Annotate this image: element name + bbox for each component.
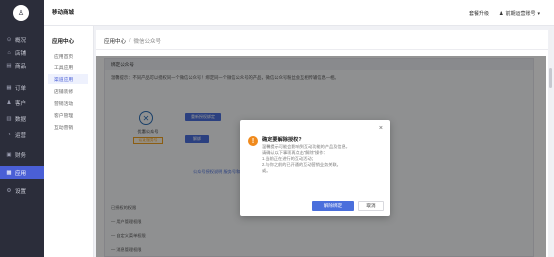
finance-icon: ▣ — [6, 151, 12, 158]
subnav-item-tools[interactable]: 工具应用 — [48, 62, 88, 72]
subnav-item-marketing[interactable]: 营销活动 — [48, 98, 88, 108]
sidebar-item-shop[interactable]: ⌂ 店铺 — [0, 46, 44, 59]
sidebar-item-label: 商品 — [15, 63, 27, 70]
top-bar: 移动商城 套餐升级 ♟ 前期运营账号 ▾ — [44, 0, 554, 26]
sidebar-item-settings[interactable]: ⚙ 设置 — [0, 184, 44, 197]
chevron-down-icon: ▾ — [537, 10, 540, 17]
warning-icon: ! — [248, 136, 258, 146]
sidebar-item-operations[interactable]: ◔ 运营 — [0, 128, 44, 141]
sidebar-item-customers[interactable]: ♟ 客户 — [0, 96, 44, 109]
close-icon[interactable]: × — [379, 125, 383, 132]
main-sidebar: ♙ ⊙ 概况 ⌂ 店铺 ▤ 商品 ▦ 订单 ♟ 客户 ▥ 数据 ◔ 运营 ▣ 财务 ▩ 应用 ⚙ 设… — [0, 0, 44, 257]
breadcrumb: 应用中心 / 微信公众号 — [104, 37, 161, 45]
user-menu[interactable]: ♟ 前期运营账号 ▾ — [498, 10, 540, 18]
sidebar-item-orders[interactable]: ▦ 订单 — [0, 81, 44, 94]
gear-icon: ⚙ — [6, 187, 12, 194]
sidebar-item-label: 财务 — [15, 152, 27, 159]
subnav-title: 应用中心 — [52, 39, 75, 45]
sidebar-item-data[interactable]: ▥ 数据 — [0, 112, 44, 125]
top-right-actions: 套餐升级 ♟ 前期运营账号 ▾ — [469, 10, 540, 18]
dialog-line: 或。 — [262, 168, 271, 173]
customers-icon: ♟ — [6, 99, 12, 106]
data-icon: ▥ — [6, 115, 12, 122]
dialog-title: 确定要解除授权? — [262, 137, 302, 143]
shop-icon: ⌂ — [7, 49, 11, 56]
orders-icon: ▦ — [6, 84, 12, 91]
sidebar-item-finance[interactable]: ▣ 财务 — [0, 148, 44, 161]
sidebar-item-label: 客户 — [15, 100, 27, 107]
sidebar-item-overview[interactable]: ⊙ 概况 — [0, 33, 44, 46]
sidebar-item-goods[interactable]: ▤ 商品 — [0, 59, 44, 72]
sidebar-item-label: 订单 — [15, 85, 27, 92]
subnav-item-decoration[interactable]: 店铺装修 — [48, 86, 88, 96]
subnav-item-home[interactable]: 应用首页 — [48, 51, 88, 61]
sidebar-item-label: 运营 — [15, 132, 27, 139]
subnav-item-customers[interactable]: 客户管理 — [48, 110, 88, 120]
store-logo-icon[interactable]: ♙ — [13, 5, 29, 21]
breadcrumb-separator: / — [129, 38, 131, 44]
divider — [96, 49, 548, 50]
subnav-item-channels[interactable]: 渠道应用 — [48, 74, 88, 84]
breadcrumb-current: 微信公众号 — [133, 39, 162, 45]
secondary-nav: 应用中心 应用首页 工具应用 渠道应用 店铺装修 营销活动 客户管理 互动营销 — [44, 26, 94, 257]
goods-icon: ▤ — [6, 62, 12, 69]
confirm-unbind-button[interactable]: 解除绑定 — [312, 201, 354, 211]
cancel-button[interactable]: 取消 — [358, 201, 384, 211]
dialog-body: 温馨提示可能会影响到互动功能的产品及信息， 请确认以下事项再点击“解除”操作： … — [262, 144, 380, 174]
overview-icon: ⊙ — [6, 36, 12, 43]
store-name: 移动商城 — [52, 10, 75, 16]
user-icon: ♟ — [498, 10, 504, 17]
breadcrumb-root[interactable]: 应用中心 — [104, 37, 126, 45]
sidebar-item-label: 数据 — [15, 116, 27, 123]
sidebar-item-label: 设置 — [15, 188, 27, 195]
scrollbar-thumb[interactable] — [549, 68, 552, 88]
scrollbar-track[interactable] — [549, 28, 552, 257]
subnav-item-interactive[interactable]: 互动营销 — [48, 122, 88, 132]
user-name: 前期运营账号 — [505, 11, 536, 17]
upgrade-link[interactable]: 套餐升级 — [469, 10, 489, 17]
sidebar-item-apps[interactable]: ▩ 应用 — [0, 166, 44, 179]
sidebar-item-label: 应用 — [15, 170, 27, 177]
unbind-confirm-dialog: × ! 确定要解除授权? 温馨提示可能会影响到互动功能的产品及信息， 请确认以下… — [240, 120, 390, 216]
operations-icon: ◔ — [7, 131, 11, 138]
apps-icon: ▩ — [6, 169, 12, 176]
sidebar-item-label: 概况 — [15, 37, 27, 44]
sidebar-item-label: 店铺 — [15, 50, 27, 57]
